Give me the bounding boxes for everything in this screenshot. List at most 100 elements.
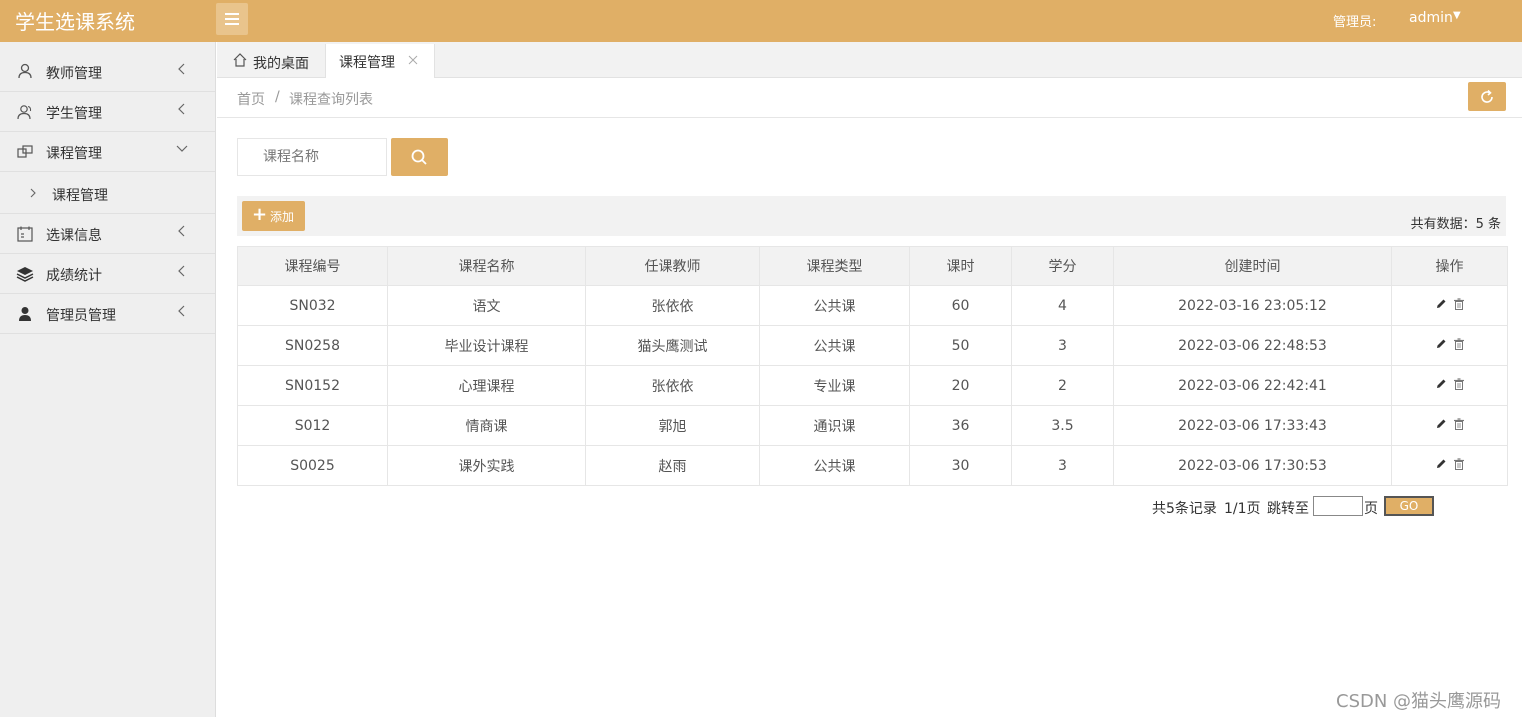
column-header: 创建时间 <box>1113 246 1392 286</box>
calendar-icon <box>17 226 33 242</box>
actions-cell <box>1391 285 1508 326</box>
sidebar-item-label: 学生管理 <box>46 106 102 122</box>
breadcrumb-home[interactable]: 首页 <box>237 89 265 109</box>
edit-icon[interactable] <box>1435 338 1447 350</box>
chevron-right-icon <box>30 188 36 198</box>
edit-icon[interactable] <box>1435 298 1447 310</box>
refresh-button[interactable] <box>1468 82 1506 111</box>
edit-icon[interactable] <box>1435 378 1447 390</box>
table-cell: S012 <box>237 405 388 446</box>
person-icon <box>19 307 31 321</box>
sidebar-item-course[interactable]: 课程管理 <box>0 132 215 172</box>
home-icon <box>233 53 247 67</box>
table-cell: 2022-03-06 22:48:53 <box>1113 325 1392 366</box>
table-cell: 毕业设计课程 <box>387 325 586 366</box>
sidebar-item-label: 管理员管理 <box>46 308 116 324</box>
sidebar-item-label: 教师管理 <box>46 66 102 82</box>
column-header: 任课教师 <box>585 246 760 286</box>
pager-page-unit: 页 <box>1364 501 1378 517</box>
table-cell: 2022-03-06 17:30:53 <box>1113 445 1392 486</box>
admin-user-menu[interactable]: admin <box>1409 10 1453 26</box>
tab-course-management[interactable]: 课程管理 <box>325 44 435 78</box>
actions-cell <box>1391 365 1508 406</box>
refresh-icon <box>1481 89 1493 103</box>
column-header: 学分 <box>1011 246 1114 286</box>
table-cell: 郭旭 <box>585 405 760 446</box>
table-cell: 专业课 <box>759 365 910 406</box>
table-cell: 2022-03-06 17:33:43 <box>1113 405 1392 446</box>
delete-icon[interactable] <box>1453 457 1465 470</box>
search-button[interactable] <box>391 138 448 176</box>
stack-icon <box>16 267 34 282</box>
sidebar-item-student[interactable]: 学生管理 <box>0 92 215 132</box>
sidebar-item-label: 选课信息 <box>46 228 102 244</box>
breadcrumb-current: 课程查询列表 <box>289 92 373 108</box>
app-title: 学生选课系统 <box>15 10 135 34</box>
table-cell: 心理课程 <box>387 365 586 406</box>
table-cell: 20 <box>909 365 1012 406</box>
table-cell: 张依依 <box>585 285 760 326</box>
tab-bar: 我的桌面 课程管理 <box>217 42 1522 78</box>
pager-jump-label: 跳转至 <box>1267 501 1309 517</box>
sidebar-item-admin[interactable]: 管理员管理 <box>0 294 215 334</box>
table-cell: SN032 <box>237 285 388 326</box>
actions-cell <box>1391 325 1508 366</box>
table-cell: 公共课 <box>759 285 910 326</box>
table-cell: 赵雨 <box>585 445 760 486</box>
table-cell: 张依依 <box>585 365 760 406</box>
sidebar-item-score[interactable]: 成绩统计 <box>0 254 215 294</box>
table-cell: 50 <box>909 325 1012 366</box>
table-toolbar: + 添加 共有数据：5 条 <box>237 196 1506 236</box>
table-cell: 通识课 <box>759 405 910 446</box>
actions-cell <box>1391 405 1508 446</box>
tab-label: 我的桌面 <box>253 56 309 72</box>
users-icon <box>17 105 32 120</box>
close-icon[interactable] <box>408 55 418 65</box>
table-cell: 2022-03-16 23:05:12 <box>1113 285 1392 326</box>
table-cell: 2 <box>1011 365 1114 406</box>
go-button[interactable]: GO <box>1384 496 1434 516</box>
table-cell: 4 <box>1011 285 1114 326</box>
delete-icon[interactable] <box>1453 417 1465 430</box>
chevron-left-icon <box>178 225 185 237</box>
table-cell: SN0258 <box>237 325 388 366</box>
delete-icon[interactable] <box>1453 297 1465 310</box>
column-header: 课程类型 <box>759 246 910 286</box>
tab-label: 课程管理 <box>339 55 395 71</box>
table-header-row: 课程编号 课程名称 任课教师 课程类型 课时 学分 创建时间 操作 <box>237 246 1508 286</box>
table-cell: 3.5 <box>1011 405 1114 446</box>
delete-icon[interactable] <box>1453 337 1465 350</box>
table-row: S0025 课外实践 赵雨 公共课 30 3 2022-03-06 17:30:53 <box>237 445 1508 486</box>
edit-icon[interactable] <box>1435 418 1447 430</box>
add-button-label: 添加 <box>270 210 295 224</box>
column-header: 课程编号 <box>237 246 388 286</box>
page-number-input[interactable] <box>1313 496 1363 516</box>
total-count: 共有数据：5 条 <box>1410 217 1501 232</box>
add-button[interactable]: + 添加 <box>242 201 305 231</box>
table-row: S012 情商课 郭旭 通识课 36 3.5 2022-03-06 17:33:43 <box>237 405 1508 446</box>
table-cell: 课外实践 <box>387 445 586 486</box>
plus-icon: + <box>252 204 268 225</box>
chevron-down-icon <box>176 145 188 152</box>
course-name-search-input[interactable] <box>237 138 387 176</box>
table-cell: 36 <box>909 405 1012 446</box>
pager-pages: 1/1页 <box>1224 501 1261 517</box>
table-cell: 2022-03-06 22:42:41 <box>1113 365 1392 406</box>
sidebar-subitem-course[interactable]: 课程管理 <box>0 172 215 214</box>
table-cell: 3 <box>1011 325 1114 366</box>
sidebar-item-selection[interactable]: 选课信息 <box>0 214 215 254</box>
caret-down-icon[interactable]: ▼ <box>1453 10 1461 21</box>
table-cell: 公共课 <box>759 445 910 486</box>
watermark: CSDN @猫头鹰源码 <box>1336 691 1502 712</box>
menu-toggle-button[interactable] <box>216 3 248 35</box>
table-cell: 30 <box>909 445 1012 486</box>
delete-icon[interactable] <box>1453 377 1465 390</box>
tab-my-desktop[interactable]: 我的桌面 <box>217 44 325 78</box>
user-icon <box>18 63 32 79</box>
sidebar-item-teacher[interactable]: 教师管理 <box>0 42 215 92</box>
edit-icon[interactable] <box>1435 458 1447 470</box>
sidebar: 教师管理 学生管理 课程管理 课程管理 选课信息 成绩统计 管理员管理 <box>0 42 216 717</box>
table-row: SN0152 心理课程 张依依 专业课 20 2 2022-03-06 22:42:41 <box>237 365 1508 406</box>
table-cell: 60 <box>909 285 1012 326</box>
course-table: 课程编号 课程名称 任课教师 课程类型 课时 学分 创建时间 操作 SN032 语… <box>237 246 1508 486</box>
